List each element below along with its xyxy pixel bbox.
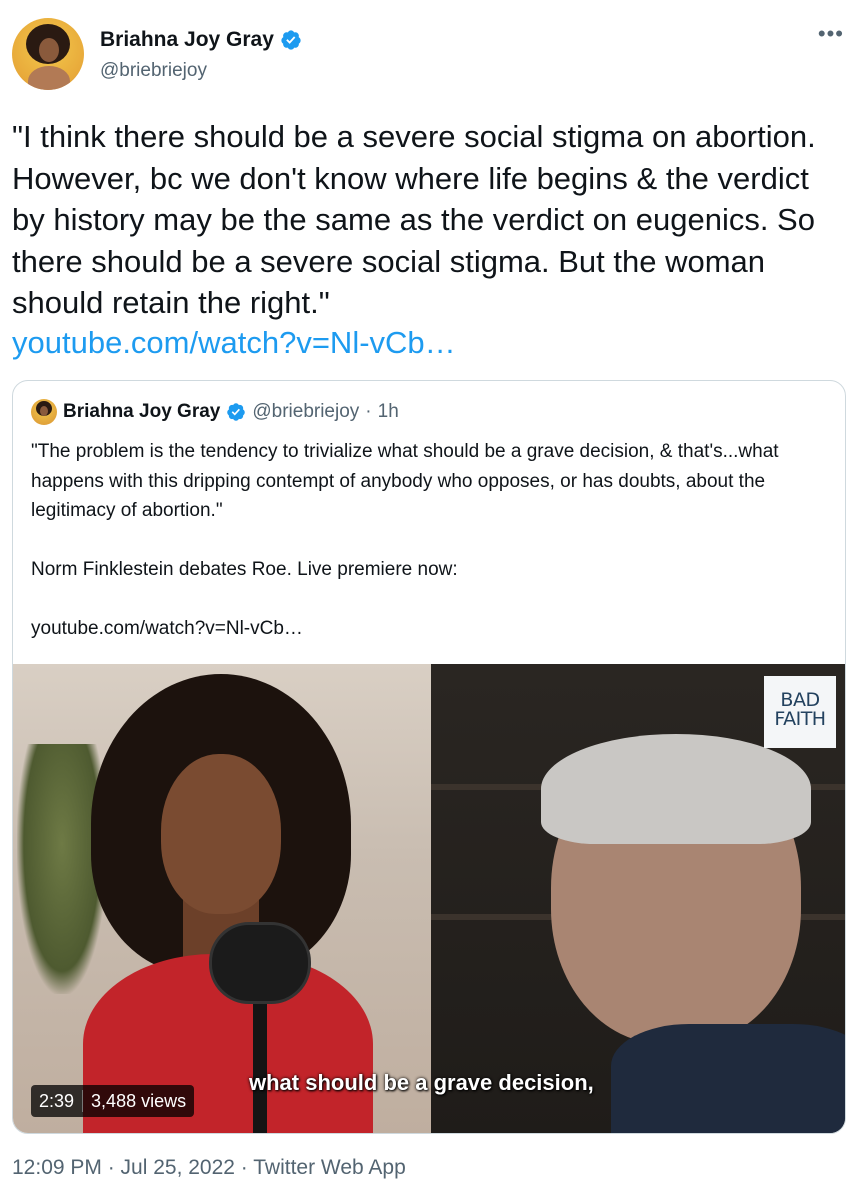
verified-badge-icon: [281, 30, 301, 50]
quoted-timestamp: 1h: [377, 401, 399, 422]
tweet-text: "I think there should be a severe social…: [12, 119, 816, 320]
video-views: 3,488 views: [91, 1091, 187, 1111]
video-subtitle: what should be a grave decision,: [249, 1070, 594, 1095]
author-handle[interactable]: @briebriejoy: [100, 60, 207, 82]
author-name[interactable]: Briahna Joy Gray: [100, 28, 274, 52]
video-right-pane: BAD FAITH: [431, 664, 845, 1133]
tweet-header: Briahna Joy Gray @briebriejoy •••: [12, 18, 848, 94]
quoted-tweet[interactable]: Briahna Joy Gray @briebriejoy · 1h "The …: [12, 380, 846, 1134]
video-left-pane: [13, 664, 431, 1133]
quoted-author-avatar: [31, 399, 57, 425]
quoted-tweet-text: "The problem is the tendency to triviali…: [31, 437, 831, 644]
microphone-image: [209, 922, 311, 1004]
tweet-link[interactable]: youtube.com/watch?v=Nl-vCb…: [12, 325, 456, 361]
separator-dot: ·: [365, 401, 372, 422]
bad-faith-logo: BAD FAITH: [764, 676, 836, 748]
author-name-row: Briahna Joy Gray: [100, 28, 302, 52]
tweet-meta[interactable]: 12:09 PM · Jul 25, 2022 · Twitter Web Ap…: [12, 1156, 406, 1180]
more-horizontal-icon[interactable]: •••: [818, 23, 844, 45]
quoted-text-paragraph-1: "The problem is the tendency to triviali…: [31, 441, 779, 521]
quoted-tweet-header: Briahna Joy Gray @briebriejoy · 1h: [31, 399, 399, 425]
author-avatar[interactable]: [12, 18, 84, 90]
quoted-author-name: Briahna Joy Gray: [63, 401, 221, 422]
verified-badge-icon: [227, 403, 246, 421]
quoted-text-paragraph-2: Norm Finklestein debates Roe. Live premi…: [31, 559, 458, 580]
quoted-author-handle: @briebriejoy: [252, 401, 360, 422]
video-duration: 2:39: [39, 1091, 75, 1111]
video-player[interactable]: BAD FAITH what should be a grave decision…: [13, 664, 845, 1133]
video-stats-badge: 2:39 3,488 views: [31, 1085, 195, 1117]
quoted-text-link: youtube.com/watch?v=Nl-vCb…: [31, 618, 303, 639]
